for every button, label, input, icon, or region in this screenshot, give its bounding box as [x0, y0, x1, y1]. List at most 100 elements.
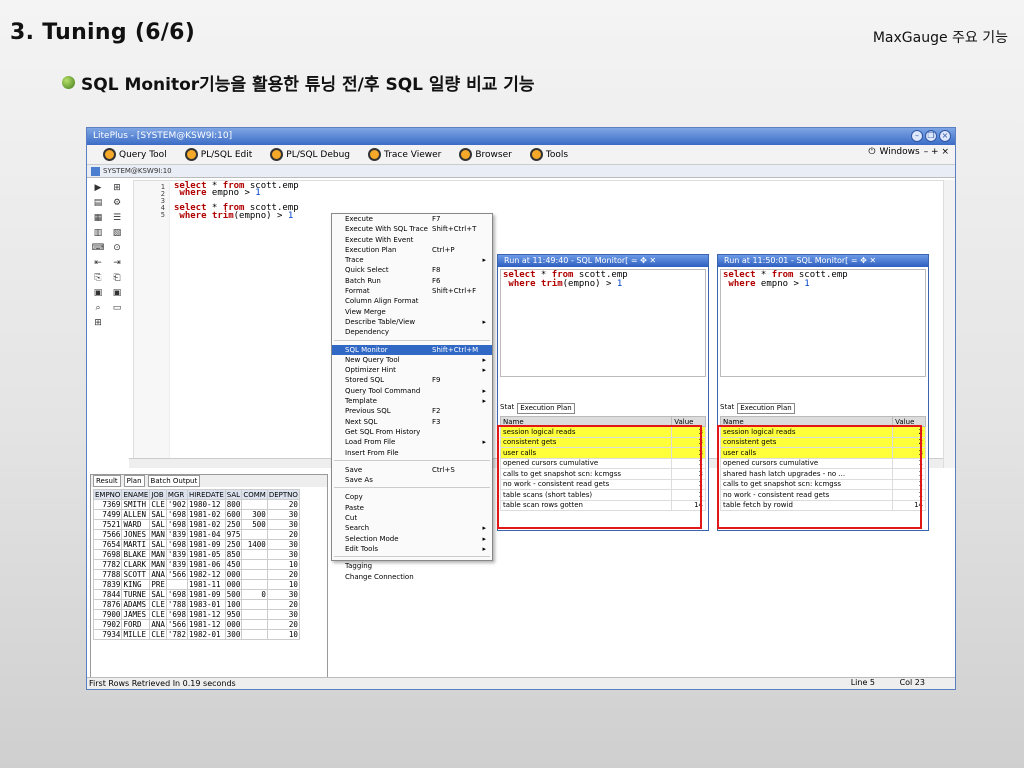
menu-item[interactable]: Search ▸	[332, 523, 492, 533]
menu-item[interactable]: Execute F7	[332, 214, 492, 224]
menu-item[interactable]: Optimizer Hint ▸	[332, 365, 492, 375]
menu-item[interactable]: Trace ▸	[332, 255, 492, 265]
table-icon[interactable]: ▥	[89, 227, 107, 241]
menu-item[interactable]: Change Connection	[332, 572, 492, 582]
connection-label[interactable]: SYSTEM@KSW9I:10	[103, 165, 172, 178]
save-as-icon[interactable]: ▣	[108, 287, 126, 301]
table-row[interactable]: 7782 CLARK MAN '839 1981-06 450 10	[92, 559, 300, 570]
tab-stat[interactable]: Stat	[720, 403, 734, 414]
copy-icon[interactable]: ⎘	[89, 272, 107, 286]
monitor-controls-icon[interactable]: = ✥ ✕	[851, 256, 876, 265]
sql-icon[interactable]: ⌨	[89, 242, 107, 256]
list-icon[interactable]: ☰	[108, 212, 126, 226]
search-icon[interactable]: ⌕	[89, 302, 107, 316]
table-cell: 1400	[241, 539, 268, 550]
table-row[interactable]: 7902 FORD ANA '566 1981-12 000 20	[92, 619, 300, 630]
menu-item[interactable]: Query Tool Command ▸	[332, 386, 492, 396]
column-header[interactable]: DEPTNO	[266, 489, 300, 500]
restore-icon[interactable]: ❐	[925, 130, 937, 142]
table-row[interactable]: 7499 ALLEN SAL '698 1981-02 600 300 30	[92, 509, 300, 520]
table-row[interactable]: 7900 JAMES CLE '698 1981-12 950 30	[92, 609, 300, 620]
grid-view-icon[interactable]: ⊞	[89, 317, 107, 331]
tab-trace-viewer[interactable]: Trace Viewer	[368, 148, 441, 161]
menu-item[interactable]: Selection Mode ▸	[332, 534, 492, 544]
column-header[interactable]: JOB	[149, 489, 167, 500]
tab-batch-output[interactable]: Batch Output	[147, 475, 201, 487]
tab-browser[interactable]: Browser	[459, 148, 512, 161]
menu-item[interactable]: Quick Select F8	[332, 265, 492, 275]
menu-item[interactable]: SQL Monitor Shift+Ctrl+M	[332, 344, 492, 355]
table-row[interactable]: 7788 SCOTT ANA '566 1982-12 000 20	[92, 569, 300, 580]
menu-item[interactable]: Dependency	[332, 327, 492, 337]
windows-menu[interactable]: ⏻ Windows – + ×	[868, 147, 949, 157]
close-icon[interactable]: ×	[939, 130, 951, 142]
monitor-controls-icon[interactable]: = ✥ ✕	[631, 256, 656, 265]
result-grid[interactable]: EMPNO ENAME JOB MGR HIREDATE SAL COMM DE…	[92, 489, 300, 640]
column-header[interactable]: ENAME	[121, 489, 151, 500]
tab-tools[interactable]: Tools	[529, 148, 568, 161]
menu-item[interactable]: Format Shift+Ctrl+F	[332, 286, 492, 296]
table-cell: 1981-02	[186, 519, 226, 530]
last-icon[interactable]: ⇥	[108, 257, 126, 271]
menu-item[interactable]: Batch Run F6	[332, 276, 492, 286]
monitor-title: Run at 11:49:40 - SQL Monitor[	[504, 256, 629, 265]
menu-item[interactable]: Edit Tools ▸	[332, 544, 492, 554]
menu-item[interactable]: Next SQL F3	[332, 417, 492, 427]
tab-execution-plan[interactable]: Execution Plan	[737, 403, 795, 414]
column-header[interactable]: HIREDATE	[186, 489, 226, 500]
menu-item[interactable]: Load From File ▸	[332, 437, 492, 447]
tab-result[interactable]: Result	[93, 475, 121, 487]
menu-item[interactable]: Execution Plan Ctrl+P	[332, 245, 492, 255]
menu-item[interactable]: Insert From File	[332, 448, 492, 458]
column-header[interactable]: COMM	[241, 489, 268, 500]
table-row[interactable]: 7698 BLAKE MAN '839 1981-05 850 30	[92, 549, 300, 560]
menu-item[interactable]: Execute With Event	[332, 235, 492, 245]
tab-plan[interactable]: Plan	[123, 475, 145, 487]
table-row[interactable]: 7566 JONES MAN '839 1981-04 975 20	[92, 529, 300, 540]
run-icon[interactable]: ▶	[89, 182, 107, 196]
menu-item[interactable]: Previous SQL F2	[332, 406, 492, 416]
save-icon[interactable]: ▣	[89, 287, 107, 301]
menu-item[interactable]: Stored SQL F9	[332, 375, 492, 385]
menu-item[interactable]: Copy	[332, 492, 492, 502]
menu-item[interactable]: Tagging	[332, 561, 492, 571]
minimize-icon[interactable]: –	[911, 130, 923, 142]
table-row[interactable]: 7839 KING PRE 1981-11 000 10	[92, 579, 300, 590]
menu-item[interactable]: Cut	[332, 513, 492, 523]
menu-item[interactable]: Paste	[332, 503, 492, 513]
batch-icon[interactable]: ▤	[89, 197, 107, 211]
menu-item[interactable]: Save As	[332, 475, 492, 485]
table-row[interactable]: 7369 SMITH CLE '902 1980-12 800 20	[92, 499, 300, 510]
menu-item[interactable]: New Query Tool ▸	[332, 355, 492, 365]
format-icon[interactable]: ⚙	[108, 197, 126, 211]
table-row[interactable]: 7876 ADAMS CLE '788 1983-01 100 20	[92, 599, 300, 610]
menu-item[interactable]: Get SQL From History	[332, 427, 492, 437]
table-row[interactable]: 7654 MARTI SAL '698 1981-09 250 1400 30	[92, 539, 300, 550]
menu-item[interactable]: Execute With SQL Trace Shift+Ctrl+T	[332, 224, 492, 234]
grid-icon[interactable]: ▦	[89, 212, 107, 226]
plan-icon[interactable]: ⊞	[108, 182, 126, 196]
menu-item[interactable]: Column Align Format	[332, 296, 492, 306]
tab-plsql-edit[interactable]: PL/SQL Edit	[184, 148, 252, 161]
tab-stat[interactable]: Stat	[500, 403, 514, 414]
sql-code[interactable]: select * from scott.emp where empno > 1 …	[174, 182, 299, 221]
paste-icon[interactable]: ⎗	[108, 272, 126, 286]
column-header[interactable]: SAL	[224, 489, 243, 500]
tab-execution-plan[interactable]: Execution Plan	[517, 403, 575, 414]
menu-item[interactable]: Save Ctrl+S	[332, 465, 492, 475]
column-header[interactable]: MGR	[165, 489, 188, 500]
first-icon[interactable]: ⇤	[89, 257, 107, 271]
tab-query-tool[interactable]: Query Tool	[103, 148, 167, 161]
table-row[interactable]: 7844 TURNE SAL '698 1981-09 500 0 30	[92, 589, 300, 600]
window-icon[interactable]: ▭	[108, 302, 126, 316]
menu-item[interactable]: Describe Table/View ▸	[332, 317, 492, 327]
chart-icon[interactable]: ▧	[108, 227, 126, 241]
table-row[interactable]: 7934 MILLE CLE '782 1982-01 300 10	[92, 629, 300, 640]
column-header[interactable]: EMPNO	[92, 489, 123, 500]
menu-item[interactable]: Template ▸	[332, 396, 492, 406]
tab-plsql-debug[interactable]: PL/SQL Debug	[270, 148, 350, 161]
table-row[interactable]: 7521 WARD SAL '698 1981-02 250 500 30	[92, 519, 300, 530]
menu-item[interactable]: View Merge	[332, 307, 492, 317]
editor-vertical-scrollbar[interactable]	[943, 180, 955, 468]
lock-icon[interactable]: ⊙	[108, 242, 126, 256]
